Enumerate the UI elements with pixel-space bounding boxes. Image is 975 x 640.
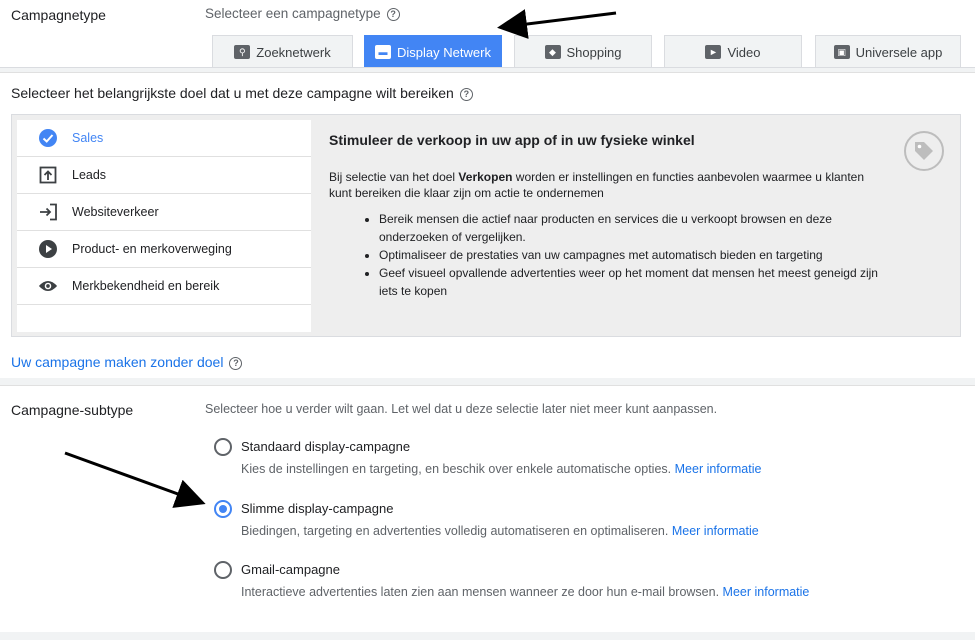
option-desc: Interactieve advertenties laten zien aan… <box>241 585 809 599</box>
more-info-link[interactable]: Meer informatie <box>672 524 759 538</box>
display-icon: ▬ <box>375 45 392 59</box>
no-goal-link[interactable]: Uw campagne maken zonder doel? <box>11 354 243 370</box>
option-desc-text: Biedingen, targeting en advertenties vol… <box>241 524 669 538</box>
goal-heading: Selecteer het belangrijkste doel dat u m… <box>11 85 473 101</box>
help-icon[interactable]: ? <box>459 87 473 101</box>
goal-item-label: Leads <box>72 168 107 182</box>
no-goal-link-text[interactable]: Uw campagne maken zonder doel <box>11 354 223 370</box>
bullet-item: Geef visueel opvallende advertenties wee… <box>379 264 889 300</box>
goal-panel: Sales Leads Websiteverkeer Product- en m… <box>11 114 961 337</box>
goal-item-sales[interactable]: Sales <box>17 120 311 157</box>
goal-item-label: Merkbekendheid en bereik <box>72 279 220 293</box>
goal-detail-bullets: Bereik mensen die actief naar producten … <box>379 210 889 300</box>
tab-label: Video <box>727 44 761 60</box>
radio-standard-display[interactable] <box>214 438 232 456</box>
upload-box-icon <box>38 165 58 185</box>
radio-gmail[interactable] <box>214 561 232 579</box>
subtype-label: Campagne-subtype <box>11 402 134 418</box>
campaign-type-section: Campagnetype Selecteer een campagnetype?… <box>0 0 975 68</box>
price-tag-icon <box>904 131 944 171</box>
tab-universele-app[interactable]: ▣ Universele app <box>815 35 961 68</box>
goal-item-label: Product- en merkoverweging <box>72 242 232 256</box>
goal-detail-title: Stimuleer de verkoop in uw app of in uw … <box>329 132 695 148</box>
help-icon[interactable]: ? <box>229 356 243 370</box>
bullet-item: Bereik mensen die actief naar producten … <box>379 210 889 246</box>
campaign-type-prompt-text: Selecteer een campagnetype <box>205 6 381 21</box>
tab-label: Zoeknetwerk <box>256 44 331 60</box>
option-title: Slimme display-campagne <box>241 501 394 516</box>
search-icon: ⚲ <box>234 45 251 59</box>
body-bold: Verkopen <box>458 170 513 184</box>
tab-label: Universele app <box>855 44 943 60</box>
eye-icon <box>38 276 58 296</box>
option-desc: Biedingen, targeting en advertenties vol… <box>241 524 759 538</box>
bullet-item: Optimaliseer de prestaties van uw campag… <box>379 246 889 264</box>
login-icon <box>38 202 58 222</box>
radio-smart-display[interactable] <box>214 500 232 518</box>
check-circle-icon <box>38 128 58 148</box>
tab-label: Display Netwerk <box>397 44 491 60</box>
option-desc-text: Interactieve advertenties laten zien aan… <box>241 585 720 599</box>
campaign-type-prompt: Selecteer een campagnetype? <box>205 6 400 21</box>
option-title: Gmail-campagne <box>241 562 340 577</box>
tab-video[interactable]: ► Video <box>664 35 802 68</box>
goal-detail-body: Bij selectie van het doel Verkopen worde… <box>329 169 889 201</box>
tab-label: Shopping <box>566 44 622 60</box>
goal-item-label: Sales <box>72 131 104 145</box>
more-info-link[interactable]: Meer informatie <box>675 462 762 476</box>
goal-list: Sales Leads Websiteverkeer Product- en m… <box>17 120 311 332</box>
divider <box>0 632 975 640</box>
help-icon[interactable]: ? <box>386 7 400 21</box>
more-info-link[interactable]: Meer informatie <box>723 585 810 599</box>
play-circle-icon <box>38 239 58 259</box>
goal-item-leads[interactable]: Leads <box>17 157 311 194</box>
tab-display-netwerk[interactable]: ▬ Display Netwerk <box>364 35 502 68</box>
video-icon: ► <box>705 45 722 59</box>
option-title: Standaard display-campagne <box>241 439 411 454</box>
goal-heading-text: Selecteer het belangrijkste doel dat u m… <box>11 85 454 101</box>
goal-detail: Stimuleer de verkoop in uw app of in uw … <box>329 132 889 300</box>
option-desc: Kies de instellingen en targeting, en be… <box>241 462 761 476</box>
campaign-type-label: Campagnetype <box>11 7 106 23</box>
goal-item-websiteverkeer[interactable]: Websiteverkeer <box>17 194 311 231</box>
body-text: Bij selectie van het doel <box>329 170 459 184</box>
goal-item-merkbekendheid[interactable]: Merkbekendheid en bereik <box>17 268 311 305</box>
tab-zoeknetwerk[interactable]: ⚲ Zoeknetwerk <box>212 35 353 68</box>
app-icon: ▣ <box>833 45 850 59</box>
tag-icon: ◆ <box>544 45 561 59</box>
tab-shopping[interactable]: ◆ Shopping <box>514 35 652 68</box>
subtype-prompt: Selecteer hoe u verder wilt gaan. Let we… <box>205 402 718 416</box>
goal-item-productoverweging[interactable]: Product- en merkoverweging <box>17 231 311 268</box>
option-desc-text: Kies de instellingen en targeting, en be… <box>241 462 672 476</box>
goal-item-label: Websiteverkeer <box>72 205 159 219</box>
